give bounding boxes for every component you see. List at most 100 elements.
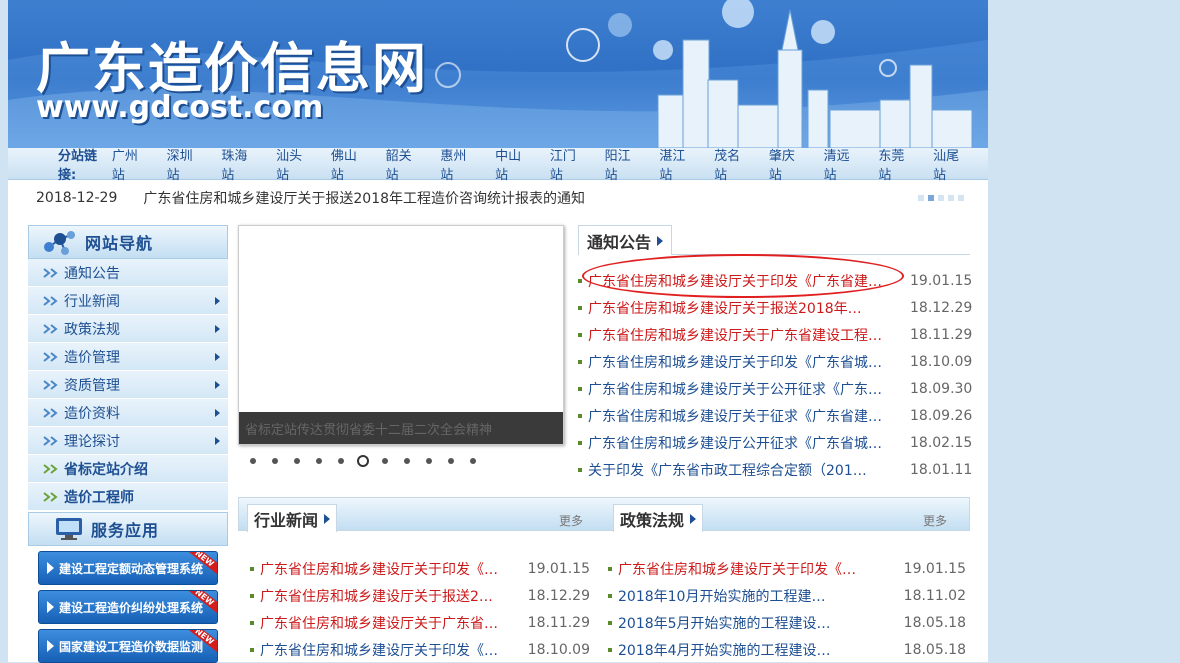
item-title[interactable]: 关于印发《广东省市政工程综合定额（201…	[588, 460, 910, 480]
substation-link[interactable]: 深圳站	[167, 145, 204, 183]
arrow-right-icon	[324, 513, 331, 524]
slide-dot[interactable]	[376, 455, 398, 469]
substation-link[interactable]: 汕尾站	[933, 145, 970, 183]
sidebar-item-cost-data[interactable]: 造价资料	[28, 399, 228, 427]
item-title[interactable]: 广东省住房和城乡建设厅关于印发《…	[260, 559, 498, 579]
list-item[interactable]: 广东省住房和城乡建设厅关于印发《… 19.01.15	[608, 555, 966, 582]
slide-dot[interactable]	[332, 455, 354, 469]
substation-link[interactable]: 肇庆站	[769, 145, 806, 183]
item-title[interactable]: 广东省住房和城乡建设厅关于报送2…	[260, 586, 493, 606]
substation-link[interactable]: 江门站	[550, 145, 587, 183]
item-title[interactable]: 广东省住房和城乡建设厅关于广东省建设工程…	[588, 325, 910, 345]
sidebar-item-cost-management[interactable]: 造价管理	[28, 343, 228, 371]
list-item[interactable]: 关于印发《广东省市政工程综合定额（201… 18.01.11	[578, 456, 973, 483]
ticker-dot-active[interactable]	[928, 195, 934, 201]
policy-more-link[interactable]: 更多	[923, 512, 947, 529]
item-title[interactable]: 广东省住房和城乡建设厅关于广东省…	[260, 613, 498, 633]
submenu-arrow-icon	[215, 409, 220, 417]
slide-dot[interactable]	[310, 455, 332, 469]
sidebar-item-industry-news[interactable]: 行业新闻	[28, 287, 228, 315]
site-banner[interactable]: 广东造价信息网 www.gdcost.com	[8, 0, 988, 148]
service-data-monitor-button[interactable]: 国家建设工程造价数据监测 NEW	[38, 629, 218, 663]
list-item[interactable]: 2018年5月开始实施的工程建设… 18.05.18	[608, 609, 966, 636]
slide-dot[interactable]	[398, 455, 420, 469]
list-item[interactable]: 广东省住房和城乡建设厅关于印发《广东省城… 18.10.09	[578, 348, 972, 375]
ticker-dot[interactable]	[938, 195, 944, 201]
bullet-icon	[578, 359, 582, 364]
news-policy-section: 行业新闻 更多 政策法规 更多 广东省住房和城乡建设厅关于印发《… 19.01.1…	[238, 497, 970, 662]
substation-link[interactable]: 东莞站	[878, 145, 915, 183]
list-item[interactable]: 广东省住房和城乡建设厅关于广东省… 18.11.29	[250, 609, 590, 636]
list-item[interactable]: 广东省住房和城乡建设厅关于印发《… 19.01.15	[250, 555, 590, 582]
slide-dot[interactable]	[244, 455, 266, 469]
substation-link[interactable]: 清远站	[824, 145, 861, 183]
sidebar-item-theory[interactable]: 理论探讨	[28, 427, 228, 455]
industry-more-link[interactable]: 更多	[559, 512, 583, 529]
slide-dot[interactable]	[266, 455, 288, 469]
list-item[interactable]: 广东省住房和城乡建设厅公开征求《广东省城… 18.02.15	[578, 429, 972, 456]
submenu-arrow-icon	[215, 297, 220, 305]
substation-link[interactable]: 韶关站	[386, 145, 423, 183]
ticker-link[interactable]: 广东省住房和城乡建设厅关于报送2018年工程造价咨询统计报表的通知	[143, 188, 585, 208]
item-title[interactable]: 广东省住房和城乡建设厅关于公开征求《广东…	[588, 379, 910, 399]
tab-notice[interactable]: 通知公告	[578, 225, 673, 255]
substation-link[interactable]: 汕头站	[276, 145, 313, 183]
item-title[interactable]: 广东省住房和城乡建设厅关于报送2018年…	[588, 298, 910, 318]
substation-label: 分站链接:	[58, 148, 98, 183]
list-item[interactable]: 广东省住房和城乡建设厅关于报送2… 18.12.29	[250, 582, 590, 609]
list-item[interactable]: 广东省住房和城乡建设厅关于征求《广东省建… 18.09.26	[578, 402, 972, 429]
list-item[interactable]: 广东省住房和城乡建设厅关于公开征求《广东… 18.09.30	[578, 375, 972, 402]
ticker-pager	[918, 195, 964, 201]
double-chevron-icon	[43, 352, 58, 362]
sidebar-item-station-intro[interactable]: 省标定站介绍	[28, 455, 228, 483]
sidebar-item-label: 省标定站介绍	[64, 461, 148, 478]
section-header-bar: 行业新闻 更多 政策法规 更多	[238, 497, 970, 532]
item-date: 18.10.09	[527, 641, 590, 658]
substation-link[interactable]: 阳江站	[605, 145, 642, 183]
slide-dot[interactable]	[420, 455, 442, 469]
item-title[interactable]: 广东省住房和城乡建设厅关于印发《广东省城…	[588, 352, 910, 372]
sidebar-item-policy[interactable]: 政策法规	[28, 315, 228, 343]
item-title[interactable]: 广东省住房和城乡建设厅关于征求《广东省建…	[588, 406, 910, 426]
item-title[interactable]: 2018年4月开始实施的工程建设…	[618, 640, 831, 660]
bullet-icon	[250, 593, 254, 598]
slide-dot[interactable]	[464, 455, 486, 469]
item-title[interactable]: 2018年5月开始实施的工程建设…	[618, 613, 831, 633]
item-date: 18.11.02	[903, 587, 966, 604]
substation-link[interactable]: 珠海站	[221, 145, 258, 183]
substation-link[interactable]: 惠州站	[440, 145, 477, 183]
ticker-dot[interactable]	[918, 195, 924, 201]
list-item[interactable]: 广东省住房和城乡建设厅关于报送2018年… 18.12.29	[578, 294, 972, 321]
service-quota-system-button[interactable]: 建设工程定额动态管理系统 NEW	[38, 551, 218, 585]
image-slideshow[interactable]: 省标定站传达贯彻省委十二届二次全会精神	[238, 225, 564, 445]
ticker-dot[interactable]	[948, 195, 954, 201]
substation-link[interactable]: 茂名站	[714, 145, 751, 183]
tab-policy[interactable]: 政策法规	[613, 504, 704, 532]
service-header: 服务应用	[28, 512, 228, 546]
item-date: 18.01.11	[910, 461, 973, 478]
slide-dot[interactable]	[288, 455, 310, 469]
sidebar-item-qualification[interactable]: 资质管理	[28, 371, 228, 399]
ticker-dot[interactable]	[958, 195, 964, 201]
list-item[interactable]: 2018年4月开始实施的工程建设… 18.05.18	[608, 636, 966, 663]
item-title[interactable]: 广东省住房和城乡建设厅关于印发《…	[618, 559, 856, 579]
substation-link[interactable]: 中山站	[495, 145, 532, 183]
slide-dot[interactable]	[442, 455, 464, 469]
slide-caption[interactable]: 省标定站传达贯彻省委十二届二次全会精神	[239, 412, 563, 444]
sidebar-item-cost-engineer[interactable]: 造价工程师	[28, 483, 228, 511]
slide-dot-active[interactable]	[354, 455, 376, 469]
list-item[interactable]: 广东省住房和城乡建设厅关于印发《… 18.10.09	[250, 636, 590, 663]
list-item[interactable]: 广东省住房和城乡建设厅关于广东省建设工程… 18.11.29	[578, 321, 972, 348]
list-item[interactable]: 2018年10月开始实施的工程建… 18.11.02	[608, 582, 966, 609]
substation-link[interactable]: 广州站	[112, 145, 149, 183]
item-title[interactable]: 2018年10月开始实施的工程建…	[618, 586, 825, 606]
submenu-arrow-icon	[215, 437, 220, 445]
sidebar-item-notice[interactable]: 通知公告	[28, 259, 228, 287]
service-dispute-system-button[interactable]: 建设工程造价纠纷处理系统 NEW	[38, 590, 218, 624]
item-title[interactable]: 广东省住房和城乡建设厅公开征求《广东省城…	[588, 433, 910, 453]
substation-link[interactable]: 湛江站	[659, 145, 696, 183]
tab-industry-news[interactable]: 行业新闻	[247, 504, 338, 532]
service-title: 服务应用	[91, 521, 160, 540]
item-title[interactable]: 广东省住房和城乡建设厅关于印发《…	[260, 640, 498, 660]
substation-link[interactable]: 佛山站	[331, 145, 368, 183]
